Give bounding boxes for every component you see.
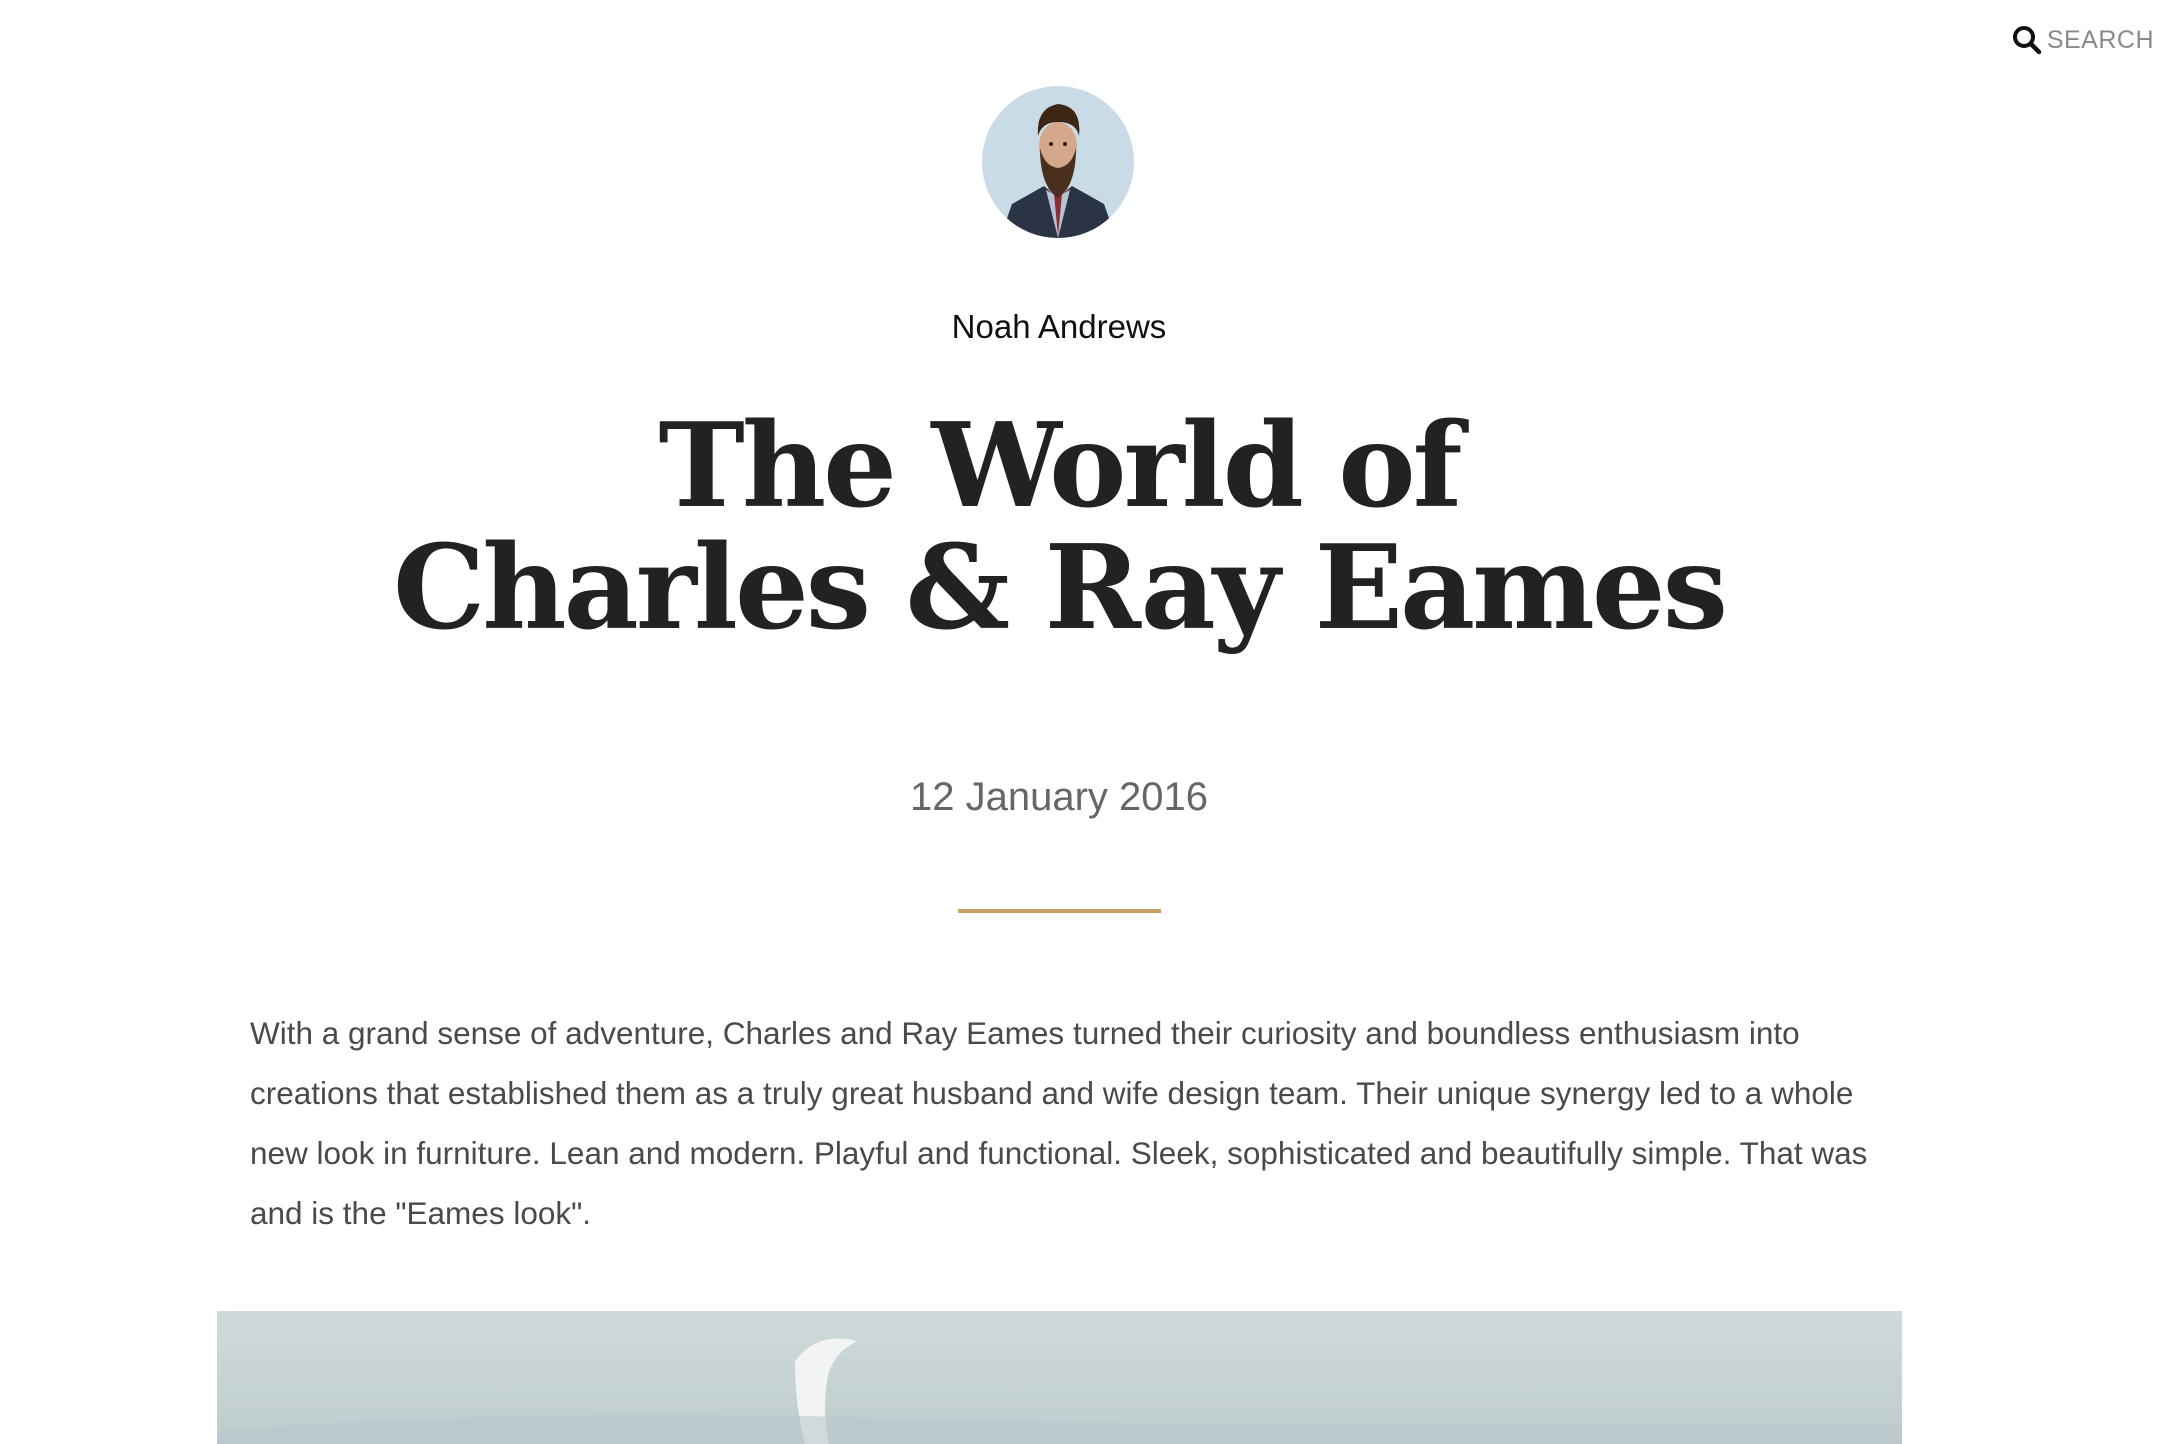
- hero-image: [217, 1311, 1902, 1444]
- author-name[interactable]: Noah Andrews: [0, 308, 2118, 346]
- article-title: The World of Charles & Ray Eames: [0, 405, 2118, 649]
- search-button[interactable]: SEARCH: [2011, 24, 2154, 56]
- article-title-line-1: The World of: [658, 398, 1463, 534]
- article-intro: With a grand sense of adventure, Charles…: [250, 1015, 1868, 1231]
- article-title-line-2: Charles & Ray Eames: [392, 520, 1728, 656]
- article-date: 12 January 2016: [909, 775, 1208, 819]
- author-avatar[interactable]: [982, 86, 1134, 238]
- avatar-image: [982, 86, 1134, 238]
- search-icon[interactable]: [2011, 24, 2043, 56]
- search-label[interactable]: SEARCH: [2047, 26, 2154, 55]
- hero-image-graphic: [217, 1311, 1902, 1444]
- article-page: SEARCH Noah Andrews The World of Charles…: [0, 0, 2172, 1444]
- divider: [958, 909, 1161, 913]
